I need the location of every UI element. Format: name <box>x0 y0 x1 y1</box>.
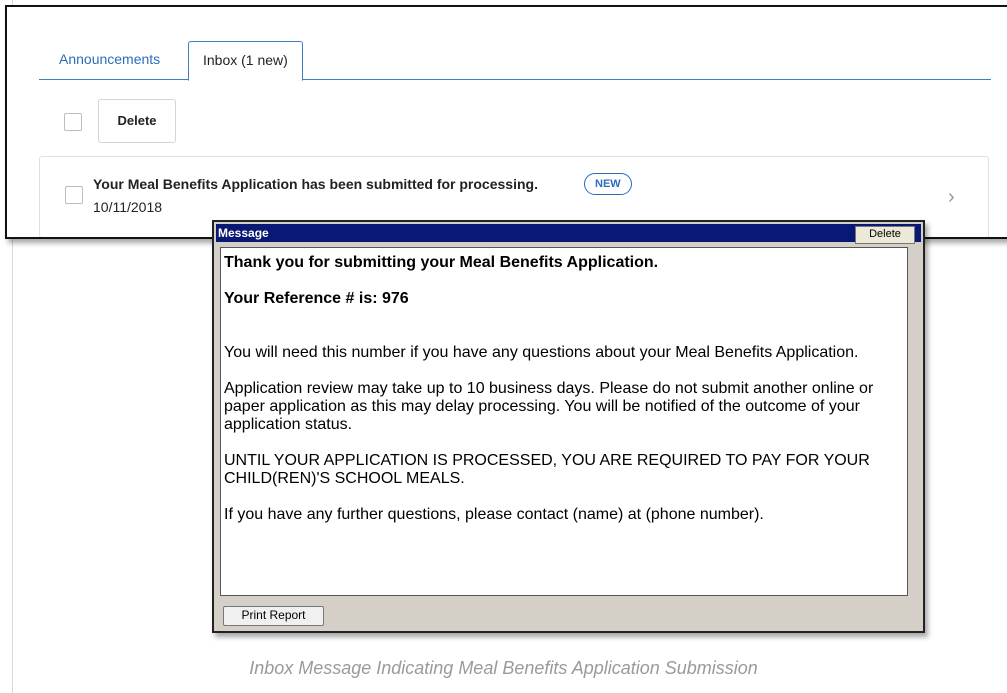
dialog-title: Message <box>218 226 269 240</box>
dialog-titlebar: Message Delete <box>216 224 921 244</box>
message-date: 10/11/2018 <box>93 199 163 215</box>
tab-announcements[interactable]: Announcements <box>45 41 174 78</box>
dialog-heading: Thank you for submitting your Meal Benef… <box>224 254 659 271</box>
tab-inbox[interactable]: Inbox (1 new) <box>188 41 303 81</box>
message-row-checkbox[interactable] <box>65 186 83 204</box>
reference-number: Your Reference # is: 976 <box>224 290 409 307</box>
dialog-paragraph-4: If you have any further questions, pleas… <box>224 506 764 523</box>
message-subject: Your Meal Benefits Application has been … <box>93 176 538 192</box>
dialog-paragraph-2: Application review may take up to 10 bus… <box>224 380 874 433</box>
inbox-panel: Announcements Inbox (1 new) Delete Your … <box>5 5 1007 239</box>
dialog-delete-button[interactable]: Delete <box>855 226 915 244</box>
delete-button[interactable]: Delete <box>98 99 176 143</box>
new-badge: NEW <box>584 173 632 195</box>
select-all-checkbox[interactable] <box>64 113 82 131</box>
tab-bar: Announcements Inbox (1 new) <box>39 41 991 81</box>
dialog-paragraph-3: UNTIL YOUR APPLICATION IS PROCESSED, YOU… <box>224 452 870 487</box>
dialog-body: Thank you for submitting your Meal Benef… <box>220 247 908 596</box>
print-report-button[interactable]: Print Report <box>223 606 324 626</box>
dialog-paragraph-1: You will need this number if you have an… <box>224 344 859 361</box>
figure-caption: Inbox Message Indicating Meal Benefits A… <box>249 658 758 678</box>
chevron-right-icon[interactable]: › <box>948 187 962 207</box>
message-dialog: Message Delete Thank you for submitting … <box>212 220 925 633</box>
